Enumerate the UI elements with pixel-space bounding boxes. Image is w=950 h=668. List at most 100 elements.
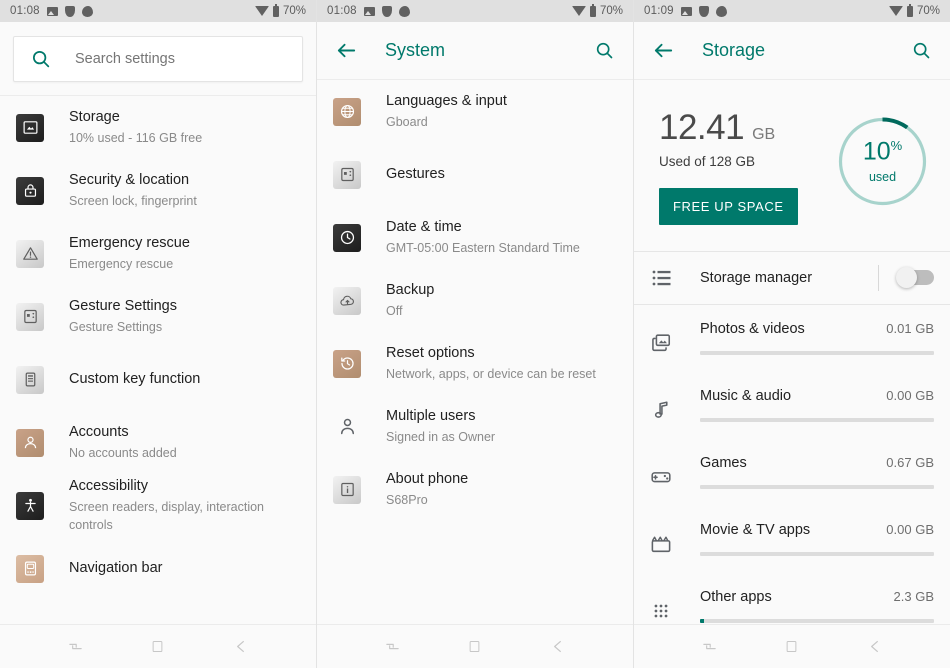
- list-item[interactable]: Security & location Screen lock, fingerpr…: [0, 159, 316, 222]
- status-clock: 01:08: [10, 5, 40, 17]
- storage-category-name: Movie & TV apps: [700, 521, 811, 538]
- home-button[interactable]: [138, 632, 178, 662]
- list-item-title: Emergency rescue: [69, 235, 190, 252]
- list-item[interactable]: Backup Off: [317, 269, 633, 332]
- status-bar-right: 70%: [254, 3, 306, 17]
- search-icon[interactable]: [594, 40, 615, 61]
- status-clock: 01:09: [644, 5, 674, 17]
- storage-manager-toggle[interactable]: [896, 267, 934, 289]
- recents-icon: [703, 643, 716, 650]
- list-item-text: Gestures: [386, 165, 445, 185]
- storage-usage-ring: 10% used: [835, 114, 930, 209]
- info-icon: [340, 482, 354, 497]
- settings-list: Storage 10% used - 116 GB free Security & …: [0, 96, 316, 624]
- system-list: Languages & input Gboard Gestures Date & ti…: [317, 80, 633, 624]
- back-arrow-icon: [554, 640, 562, 653]
- clock-icon-tile: [333, 223, 361, 252]
- recents-button[interactable]: [372, 632, 412, 662]
- home-square-icon: [470, 641, 480, 652]
- status-bar-right: 70%: [571, 3, 623, 17]
- battery-percent: 70%: [599, 5, 623, 17]
- recents-icon: [69, 643, 82, 650]
- storage-category-item[interactable]: Photos & videos 0.01 GB: [634, 305, 950, 372]
- recents-button[interactable]: [689, 632, 729, 662]
- storage-category-body: Photos & videos 0.01 GB: [700, 321, 934, 372]
- list-item[interactable]: Reset options Network, apps, or device ca…: [317, 332, 633, 395]
- list-item[interactable]: Gestures: [317, 143, 633, 206]
- list-item[interactable]: Emergency rescue Emergency rescue: [0, 222, 316, 285]
- back-button[interactable]: [538, 632, 578, 662]
- list-item[interactable]: Multiple users Signed in as Owner: [317, 395, 633, 458]
- home-button[interactable]: [772, 632, 812, 662]
- list-item[interactable]: About phone S68Pro: [317, 458, 633, 521]
- back-button[interactable]: [855, 632, 895, 662]
- storage-category-size: 0.00 GB: [886, 387, 934, 403]
- status-bar-right: 70%: [888, 3, 940, 17]
- list-item[interactable]: Gesture Settings Gesture Settings: [0, 285, 316, 348]
- system-nav-bar: [634, 624, 950, 668]
- three-panel-screenshot: 01:08 70% Search settings Storage 10% use…: [0, 0, 950, 668]
- back-arrow-icon[interactable]: [652, 39, 675, 62]
- navbar-icon: [24, 561, 36, 576]
- storage-used-unit: GB: [752, 126, 776, 143]
- cloud-upload-icon-tile: [333, 286, 361, 315]
- list-item-subtitle: Network, apps, or device can be reset: [386, 366, 596, 381]
- storage-summary-text: 12.41 GB Used of 128 GB FREE UP SPACE: [654, 108, 835, 225]
- storage-category-item[interactable]: Music & audio 0.00 GB: [634, 372, 950, 439]
- music-note-icon-wrap: [650, 399, 674, 423]
- search-placeholder: Search settings: [75, 51, 175, 67]
- free-up-space-button[interactable]: FREE UP SPACE: [659, 188, 798, 225]
- storage-manager-row[interactable]: Storage manager: [634, 252, 950, 305]
- back-button[interactable]: [221, 632, 261, 662]
- list-item[interactable]: Accounts No accounts added: [0, 411, 316, 474]
- storage-category-item[interactable]: Movie & TV apps 0.00 GB: [634, 506, 950, 573]
- droplet-icon: [398, 5, 410, 17]
- storage-category-body: Movie & TV apps 0.00 GB: [700, 522, 934, 573]
- image-icon: [363, 6, 375, 16]
- info-icon-tile: [333, 475, 361, 504]
- status-clock: 01:08: [327, 5, 357, 17]
- list-item-title: Languages & input: [386, 93, 507, 110]
- recents-icon: [386, 643, 399, 650]
- storage-category-name: Games: [700, 454, 747, 471]
- list-item[interactable]: Navigation bar: [0, 537, 316, 600]
- list-item[interactable]: Accessibility Screen readers, display, in…: [0, 474, 316, 537]
- list-item[interactable]: Custom key function: [0, 348, 316, 411]
- recents-button[interactable]: [55, 632, 95, 662]
- list-item[interactable]: Storage 10% used - 116 GB free: [0, 96, 316, 159]
- list-item-subtitle: Gboard: [386, 114, 428, 129]
- battery-percent: 70%: [916, 5, 940, 17]
- gesture-icon-tile: [333, 160, 361, 189]
- search-icon: [32, 50, 50, 68]
- image-icon: [46, 6, 58, 16]
- list-item-title: Accessibility: [69, 478, 148, 495]
- list-item-title: Date & time: [386, 219, 462, 236]
- ring-center-label: 10% used: [835, 114, 930, 209]
- battery-icon: [906, 3, 913, 17]
- wifi-icon: [254, 6, 269, 16]
- home-button[interactable]: [455, 632, 495, 662]
- storage-category-body: Music & audio 0.00 GB: [700, 388, 934, 439]
- apps-grid-icon: [654, 604, 668, 617]
- storage-category-name: Photos & videos: [700, 320, 805, 337]
- search-input[interactable]: Search settings: [13, 36, 303, 82]
- storage-category-item[interactable]: Games 0.67 GB: [634, 439, 950, 506]
- gamepad-icon: [651, 471, 671, 482]
- navbar-icon-tile: [16, 554, 44, 583]
- battery-icon: [272, 3, 279, 17]
- list-item-title: Security & location: [69, 172, 190, 189]
- list-item-text: Accessibility Screen readers, display, in…: [69, 477, 300, 534]
- list-item-text: Security & location Screen lock, fingerpr…: [69, 171, 197, 210]
- storage-category-item[interactable]: Other apps 2.3 GB: [634, 573, 950, 625]
- page-title: Storage: [702, 40, 766, 60]
- home-square-icon: [153, 641, 163, 652]
- storage-category-size: 0.67 GB: [886, 454, 934, 470]
- wifi-icon: [571, 6, 586, 16]
- person-icon-tile: [333, 413, 361, 441]
- gesture-icon-tile: [16, 302, 44, 331]
- list-item[interactable]: Date & time GMT-05:00 Eastern Standard Ti…: [317, 206, 633, 269]
- list-item[interactable]: Languages & input Gboard: [317, 80, 633, 143]
- back-arrow-icon[interactable]: [335, 39, 358, 62]
- shield-icon: [381, 5, 392, 17]
- search-icon[interactable]: [911, 40, 932, 61]
